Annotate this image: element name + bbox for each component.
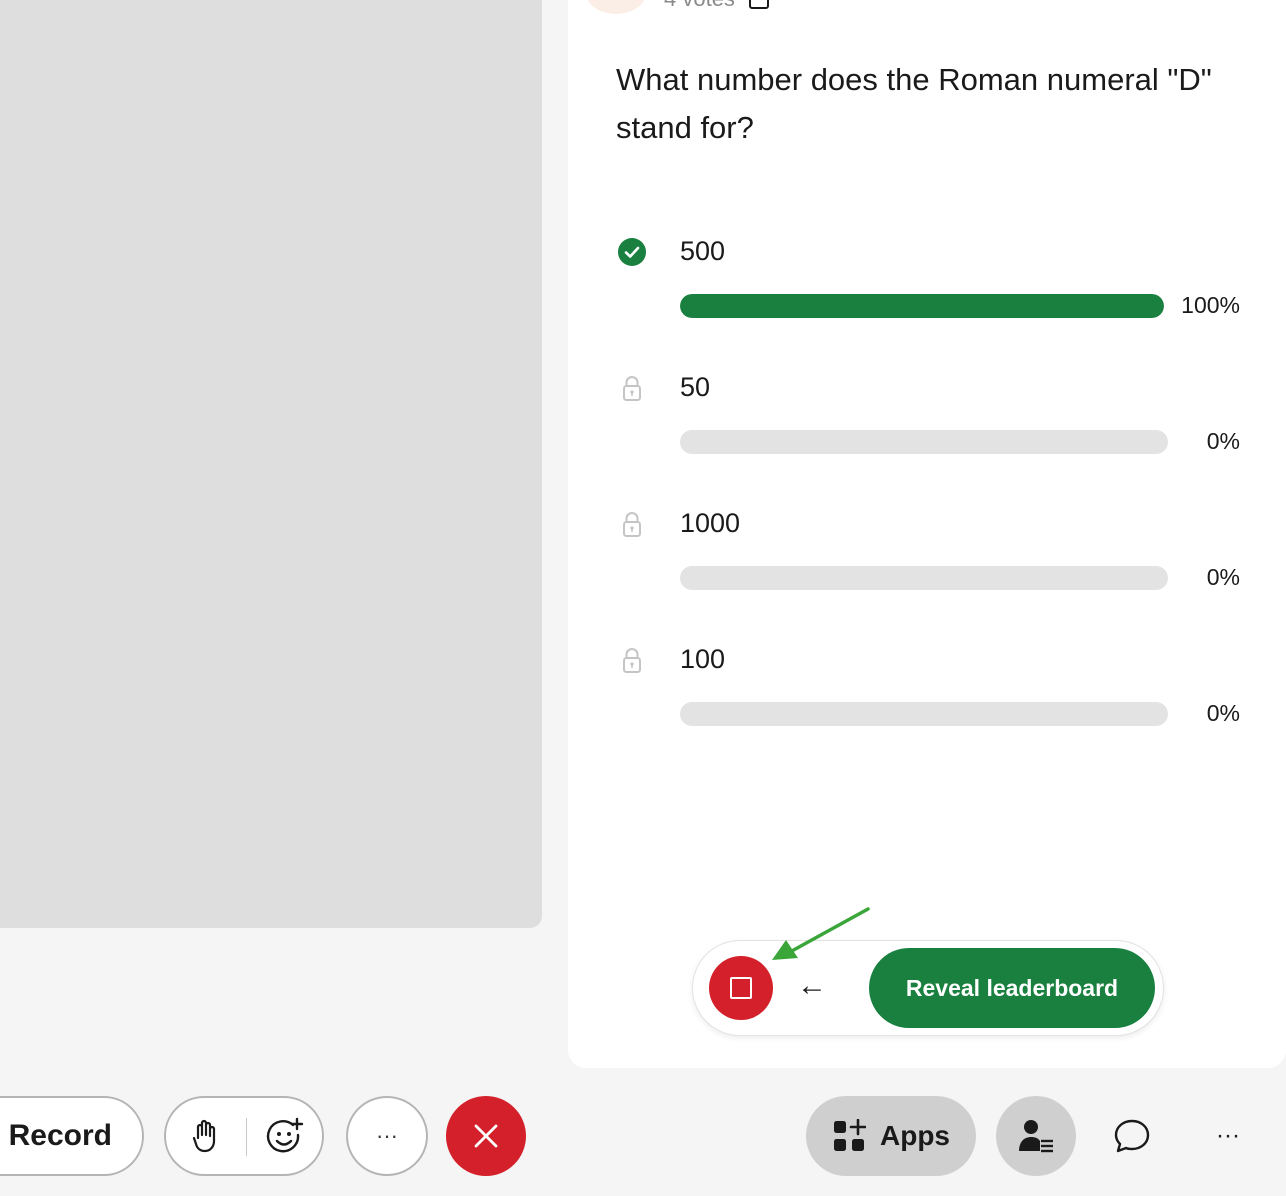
reactions-group	[164, 1096, 324, 1176]
option-label: 1000	[680, 508, 741, 538]
apps-label: Apps	[880, 1120, 950, 1151]
smiley-plus-icon	[266, 1117, 304, 1153]
lock-icon	[623, 512, 641, 537]
overflow-menu-button[interactable]: ···	[1188, 1096, 1268, 1176]
close-icon	[474, 1124, 498, 1148]
reveal-leaderboard-button[interactable]: Reveal leaderboard	[869, 948, 1155, 1028]
lock-icon	[623, 648, 641, 673]
votes-count: 4 votes	[664, 0, 769, 12]
lock-icon	[623, 376, 641, 401]
annotation-arrow-icon	[772, 907, 870, 960]
raise-hand-icon	[192, 1119, 216, 1153]
result-bar	[680, 430, 1168, 454]
option-label: 50	[680, 372, 711, 402]
back-arrow-button[interactable]: ←	[797, 969, 827, 1003]
poll-option: 100 0%	[568, 644, 1286, 756]
chat-button[interactable]	[1092, 1096, 1172, 1176]
participants-button[interactable]	[996, 1096, 1076, 1176]
result-bar-fill	[680, 294, 1164, 318]
votes-text: 4 votes	[664, 0, 735, 12]
avatar	[586, 0, 646, 14]
meeting-toolbar: Record ··· Apps ···	[0, 1084, 1286, 1196]
result-bar	[680, 294, 1164, 318]
poll-panel: 4 votes What number does the Roman numer…	[568, 0, 1286, 1068]
raise-hand-button[interactable]	[166, 1098, 244, 1174]
poll-question: What number does the Roman numeral "D" s…	[616, 62, 1212, 145]
check-circle-icon	[618, 238, 646, 266]
poll-option: 1000 0%	[568, 508, 1286, 620]
poll-option: 50 0%	[568, 372, 1286, 484]
more-options-button[interactable]: ···	[346, 1096, 428, 1176]
option-percent: 100%	[1181, 292, 1240, 318]
add-reaction-button[interactable]	[246, 1098, 324, 1174]
apps-grid-icon	[834, 1119, 866, 1151]
option-percent: 0%	[1206, 428, 1240, 454]
option-label: 100	[680, 644, 726, 674]
poll-option: 500 100%	[568, 236, 1286, 348]
record-label: Record	[8, 1119, 112, 1152]
participants-icon	[1019, 1120, 1053, 1153]
result-bar	[680, 702, 1168, 726]
option-percent: 0%	[1206, 564, 1240, 590]
clipboard-icon[interactable]	[748, 0, 769, 9]
chat-bubble-icon	[1114, 1119, 1150, 1153]
record-button[interactable]: Record	[0, 1096, 144, 1176]
option-label: 500	[680, 236, 726, 266]
result-bar	[680, 566, 1168, 590]
video-tile	[0, 0, 542, 928]
option-percent: 0%	[1206, 700, 1240, 726]
leave-meeting-button[interactable]	[446, 1096, 526, 1176]
apps-button[interactable]: Apps	[806, 1096, 976, 1176]
stop-icon	[730, 977, 752, 999]
